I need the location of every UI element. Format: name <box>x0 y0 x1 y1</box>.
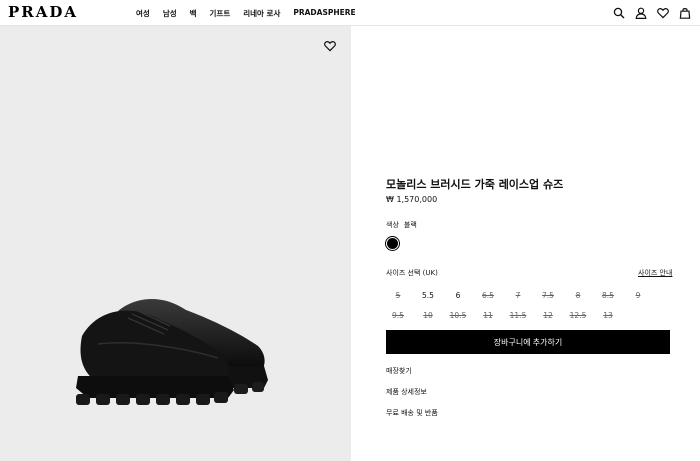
nav-pradasphere[interactable]: PRADASPHERE <box>293 8 355 19</box>
size-option[interactable]: 7.5 <box>533 285 563 305</box>
color-value: 블랙 <box>403 221 417 229</box>
site-header: PRADA 여성 남성 백 기프트 리네아 로사 PRADASPHERE <box>0 0 700 26</box>
size-option[interactable]: 6.5 <box>473 285 503 305</box>
size-option[interactable]: 5.5 <box>413 285 443 305</box>
color-label: 색상 <box>386 221 399 229</box>
heart-icon <box>324 41 336 52</box>
product-price: ₩ 1,570,000 <box>386 195 438 204</box>
swatch-fill <box>387 238 398 249</box>
product-details-link[interactable]: 제품 상세정보 <box>386 387 427 397</box>
size-option[interactable]: 9.5 <box>383 305 413 325</box>
account-icon[interactable] <box>634 6 648 20</box>
header-icons <box>604 6 692 20</box>
nav-linea-rossa[interactable]: 리네아 로사 <box>243 8 280 19</box>
size-option[interactable]: 11 <box>473 305 503 325</box>
store-locator-link[interactable]: 매장찾기 <box>386 366 412 376</box>
size-option[interactable]: 7 <box>503 285 533 305</box>
product-image-panel <box>0 26 351 461</box>
size-option[interactable]: 8.5 <box>593 285 623 305</box>
nav-bags[interactable]: 백 <box>190 8 197 19</box>
shipping-returns-link[interactable]: 무료 배송 및 반품 <box>386 408 438 418</box>
size-option[interactable]: 12.5 <box>563 305 593 325</box>
size-option[interactable]: 8 <box>563 285 593 305</box>
size-option[interactable]: 11.5 <box>503 305 533 325</box>
bag-icon[interactable] <box>678 6 692 20</box>
add-to-cart-button[interactable]: 장바구니에 추가하기 <box>386 330 670 354</box>
size-option[interactable]: 5 <box>383 285 413 305</box>
size-option[interactable]: 9 <box>623 285 653 305</box>
nav-men[interactable]: 남성 <box>163 8 177 19</box>
nav-gifts[interactable]: 기프트 <box>210 8 231 19</box>
nav-women[interactable]: 여성 <box>136 8 150 19</box>
product-title: 모놀리스 브러시드 가죽 레이스업 슈즈 <box>386 178 564 191</box>
size-option[interactable]: 10 <box>413 305 443 325</box>
size-option[interactable]: 13 <box>593 305 623 325</box>
add-to-wishlist-button[interactable] <box>323 39 337 53</box>
size-option[interactable]: 10.5 <box>443 305 473 325</box>
color-swatch-black[interactable] <box>385 236 400 251</box>
main-nav: 여성 남성 백 기프트 리네아 로사 PRADASPHERE <box>136 8 369 19</box>
wishlist-icon[interactable] <box>656 6 670 20</box>
color-info: 색상 블랙 <box>386 220 417 230</box>
size-guide-link[interactable]: 사이즈 안내 <box>638 268 672 278</box>
size-selector: 5 5.5 6 6.5 7 7.5 8 8.5 9 9.5 10 10.5 11 11.5 12 12.5 13 <box>383 285 673 325</box>
search-icon[interactable] <box>612 6 626 20</box>
product-image <box>76 298 268 405</box>
size-option[interactable]: 6 <box>443 285 473 305</box>
size-label: 사이즈 선택 (UK) <box>386 269 438 277</box>
size-option[interactable]: 12 <box>533 305 563 325</box>
prada-logo[interactable]: PRADA <box>8 3 78 21</box>
